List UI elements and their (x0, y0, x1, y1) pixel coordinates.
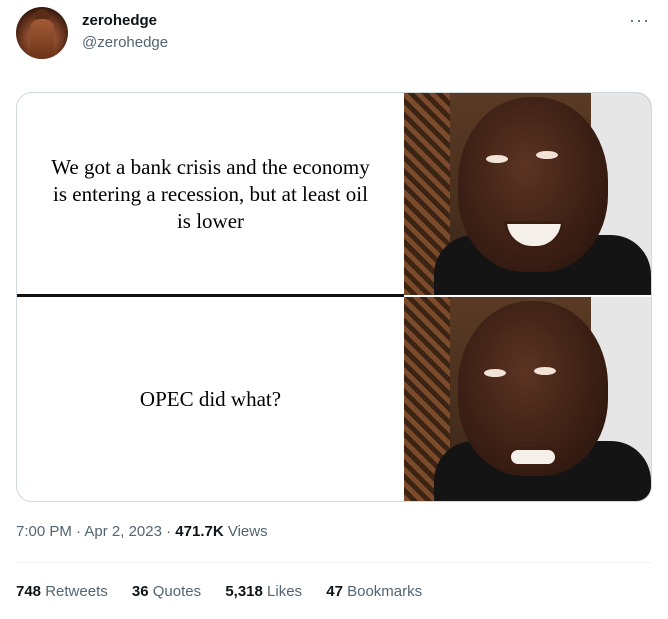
meme-bottom-photo (404, 297, 651, 501)
divider (16, 562, 652, 563)
tweet-date[interactable]: Apr 2, 2023 (84, 523, 162, 540)
meme-bottom-panel: OPEC did what? (17, 298, 404, 501)
meme-top-text: We got a bank crisis and the economy is … (51, 154, 370, 233)
author-name[interactable]: zerohedge (82, 12, 157, 29)
bookmarks-label: Bookmarks (347, 583, 423, 600)
quotes-label: Quotes (152, 583, 202, 600)
author-handle[interactable]: @zerohedge (82, 34, 168, 51)
tweet-meta: 7:00 PM · Apr 2, 2023 · 471.7K Views (16, 523, 268, 540)
bookmarks-stat[interactable]: 47 Bookmarks (326, 583, 422, 600)
tweet-time[interactable]: 7:00 PM (16, 523, 72, 540)
views-label: Views (227, 523, 268, 540)
avatar[interactable] (16, 7, 68, 59)
meme-top-panel: We got a bank crisis and the economy is … (17, 93, 404, 295)
likes-count: 5,318 (225, 583, 263, 600)
tweet-media[interactable]: We got a bank crisis and the economy is … (16, 92, 652, 502)
retweets-label: Retweets (45, 583, 108, 600)
retweets-stat[interactable]: 748 Retweets (16, 583, 108, 600)
views-count: 471.7K (175, 523, 224, 540)
retweets-count: 748 (16, 583, 42, 600)
meme-divider (17, 294, 404, 297)
likes-label: Likes (267, 583, 303, 600)
likes-stat[interactable]: 5,318 Likes (225, 583, 302, 600)
tweet-stats: 748 Retweets 36 Quotes 5,318 Likes 47 Bo… (16, 583, 442, 600)
quotes-stat[interactable]: 36 Quotes (132, 583, 201, 600)
quotes-count: 36 (131, 583, 149, 600)
more-horizontal-icon[interactable]: ··· (629, 10, 650, 31)
meme-bottom-text: OPEC did what? (139, 387, 282, 411)
meme-top-photo (404, 93, 651, 295)
avatar-torso (30, 19, 54, 59)
bookmarks-count: 47 (326, 583, 343, 600)
